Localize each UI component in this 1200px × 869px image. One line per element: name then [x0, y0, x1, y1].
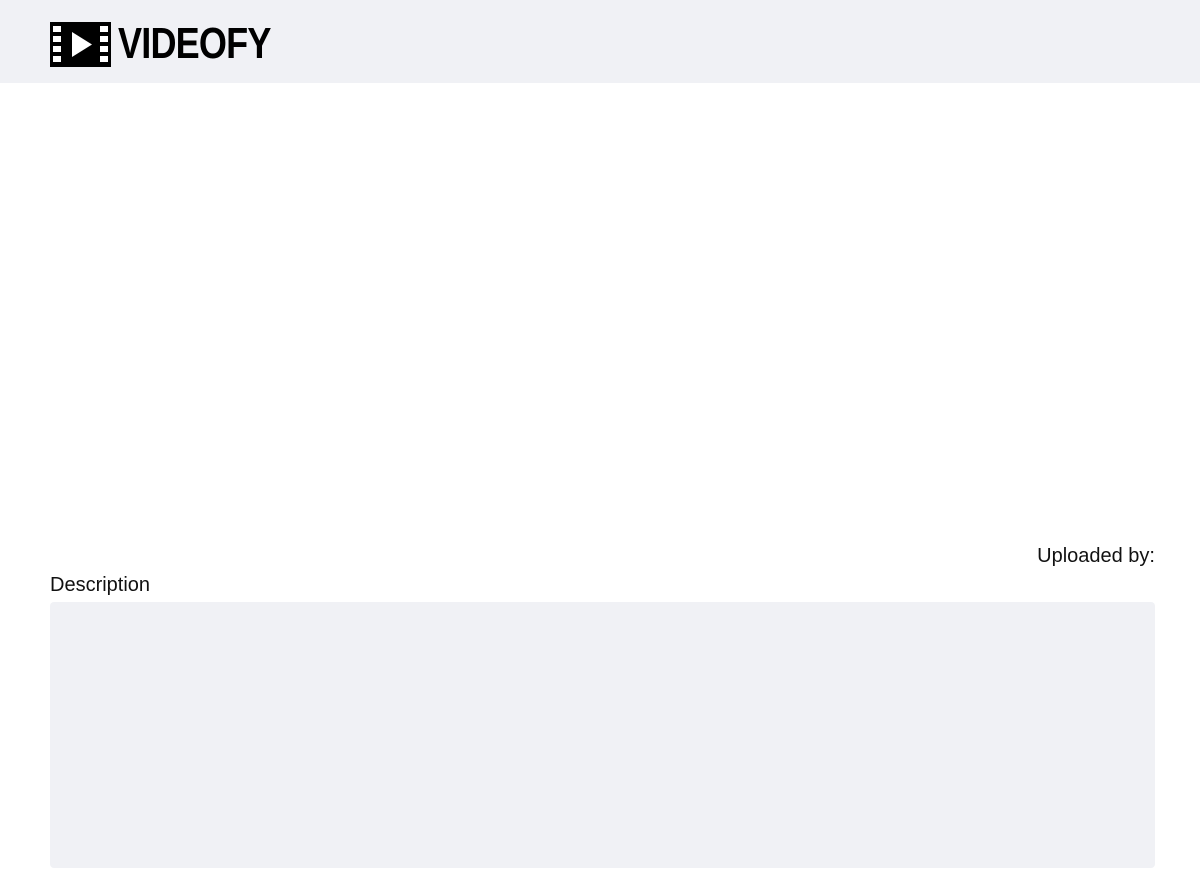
video-player[interactable]: [50, 95, 1155, 525]
description-box: [50, 602, 1155, 868]
description-label: Description: [50, 574, 151, 596]
top-header: VIDEOFY: [0, 0, 1200, 83]
home-logo-link[interactable]: VIDEOFY: [50, 21, 304, 67]
uploaded-by-label: Uploaded by:: [1037, 545, 1155, 567]
brand-name: VIDEOFY: [118, 19, 271, 68]
film-play-icon: [50, 21, 111, 67]
